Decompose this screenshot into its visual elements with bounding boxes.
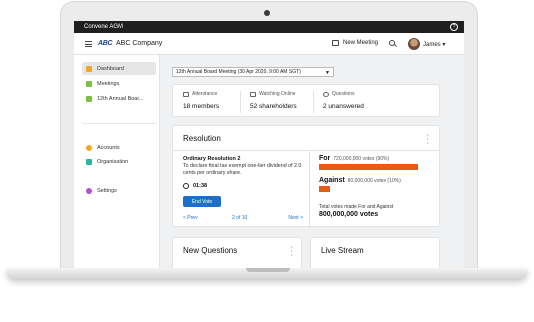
new-questions-card: New Questions · · · [172, 237, 302, 268]
chat-icon [323, 91, 329, 97]
help-icon[interactable]: ? [450, 23, 458, 31]
resolution-heading: Ordinary Resolution 2 [183, 156, 241, 162]
settings-icon [86, 187, 92, 194]
title-bar: Convene AGM ? [74, 21, 464, 33]
sidebar-item-label: Settings [97, 187, 117, 194]
timer-value: 01:38 [193, 183, 208, 189]
resolution-description: To declare final tax exempt one-tier div… [183, 163, 302, 176]
against-votes: Against 80,000,000 votes (10%) [319, 177, 434, 192]
for-votes: For 720,000,000 votes (90%) [319, 155, 434, 170]
vote-timer: 01:38 [183, 183, 207, 189]
sidebar-item-label: Dashboard [97, 65, 124, 72]
divider [173, 150, 441, 151]
watching-stat: Watching Online 52 shareholders [240, 85, 307, 118]
organisation-icon [86, 158, 92, 165]
for-label: For [319, 155, 331, 162]
new-meeting-button[interactable]: New Meeting [332, 40, 378, 46]
resolution-card: Resolution · · · Ordinary Resolution 2 To … [172, 125, 441, 228]
more-options-icon[interactable]: · · · [291, 244, 293, 259]
user-name: James [423, 42, 441, 48]
total-votes-label: Total votes made For and Against [319, 204, 394, 210]
laptop-notch [246, 268, 290, 272]
sidebar-item-label: Meetings [97, 80, 120, 87]
sidebar-item-label: 12th Annual Boar... [97, 95, 144, 102]
meeting-select[interactable]: 12th Annual Board Meeting (30 Apr 2020, … [172, 67, 334, 77]
calendar-icon [86, 95, 92, 102]
live-stream-title: Live Stream [321, 246, 364, 255]
calendar-icon [86, 80, 92, 87]
attendance-icon [183, 91, 189, 97]
attendance-value: 18 members [183, 103, 220, 110]
divider [309, 151, 310, 228]
clock-icon [183, 183, 189, 189]
sidebar-item-organisation[interactable]: Organisation [82, 155, 156, 168]
avatar[interactable] [408, 38, 420, 50]
window-title: Convene AGM [84, 24, 124, 30]
questions-label: Questions [332, 91, 355, 97]
resolution-title: Resolution [183, 134, 221, 143]
attendance-stat: Attendance 18 members [173, 85, 240, 118]
prev-link[interactable]: < Prev [183, 215, 198, 221]
sidebar-item-meetings[interactable]: Meetings [82, 77, 156, 90]
sidebar-item-settings[interactable]: Settings [82, 184, 156, 197]
dashboard-icon [86, 65, 92, 72]
menu-icon[interactable] [85, 41, 92, 47]
search-icon[interactable] [389, 40, 395, 46]
for-detail: 720,000,000 votes (90%) [333, 156, 390, 162]
more-options-icon[interactable]: · · · [427, 132, 429, 147]
chevron-down-icon: ▼ [325, 70, 330, 76]
sidebar-item-label: Organisation [97, 158, 129, 165]
sidebar-divider [82, 123, 156, 124]
watching-label: Watching Online [259, 91, 296, 97]
company-name: ABC Company [116, 40, 163, 47]
sidebar-item-dashboard[interactable]: Dashboard [82, 62, 156, 75]
page-indicator: 2 of 10 [232, 215, 248, 221]
sidebar-item-annual-board[interactable]: 12th Annual Boar... [82, 92, 156, 105]
sidebar-item-accounts[interactable]: Accounts [82, 141, 156, 154]
company-logo: ABC [98, 40, 113, 47]
app-header: ABC ABC Company New Meeting James ▾ [74, 33, 464, 55]
against-detail: 80,000,000 votes (10%) [347, 178, 401, 184]
against-vote-bar [319, 186, 330, 192]
video-icon [250, 91, 256, 97]
camera-icon [264, 10, 270, 16]
sidebar-item-label: Accounts [97, 144, 120, 151]
new-questions-title: New Questions [183, 246, 238, 255]
app-screen: Convene AGM ? ABC ABC Company New Meetin… [74, 21, 464, 268]
questions-value: 2 unanswered [323, 103, 364, 110]
live-stream-card: Live Stream [310, 237, 440, 268]
questions-stat: Questions 2 unanswered [313, 85, 380, 118]
next-link[interactable]: Next > [288, 215, 303, 221]
user-icon [86, 144, 92, 151]
total-votes-value: 800,000,000 votes [319, 211, 379, 218]
attendance-label: Attendance [192, 91, 218, 97]
user-menu[interactable]: James ▾ [423, 41, 445, 48]
sidebar: Dashboard Meetings 12th Annual Boar... A… [74, 55, 160, 268]
new-meeting-label: New Meeting [343, 40, 379, 46]
against-label: Against [319, 177, 345, 184]
end-vote-button[interactable]: End Vote [183, 196, 221, 207]
stats-card: Attendance 18 members Watching Online 52… [172, 84, 440, 117]
calendar-add-icon [332, 40, 339, 46]
watching-value: 52 shareholders [250, 103, 297, 110]
for-vote-bar [319, 164, 418, 170]
meeting-select-value: 12th Annual Board Meeting (30 Apr 2020, … [176, 69, 301, 75]
